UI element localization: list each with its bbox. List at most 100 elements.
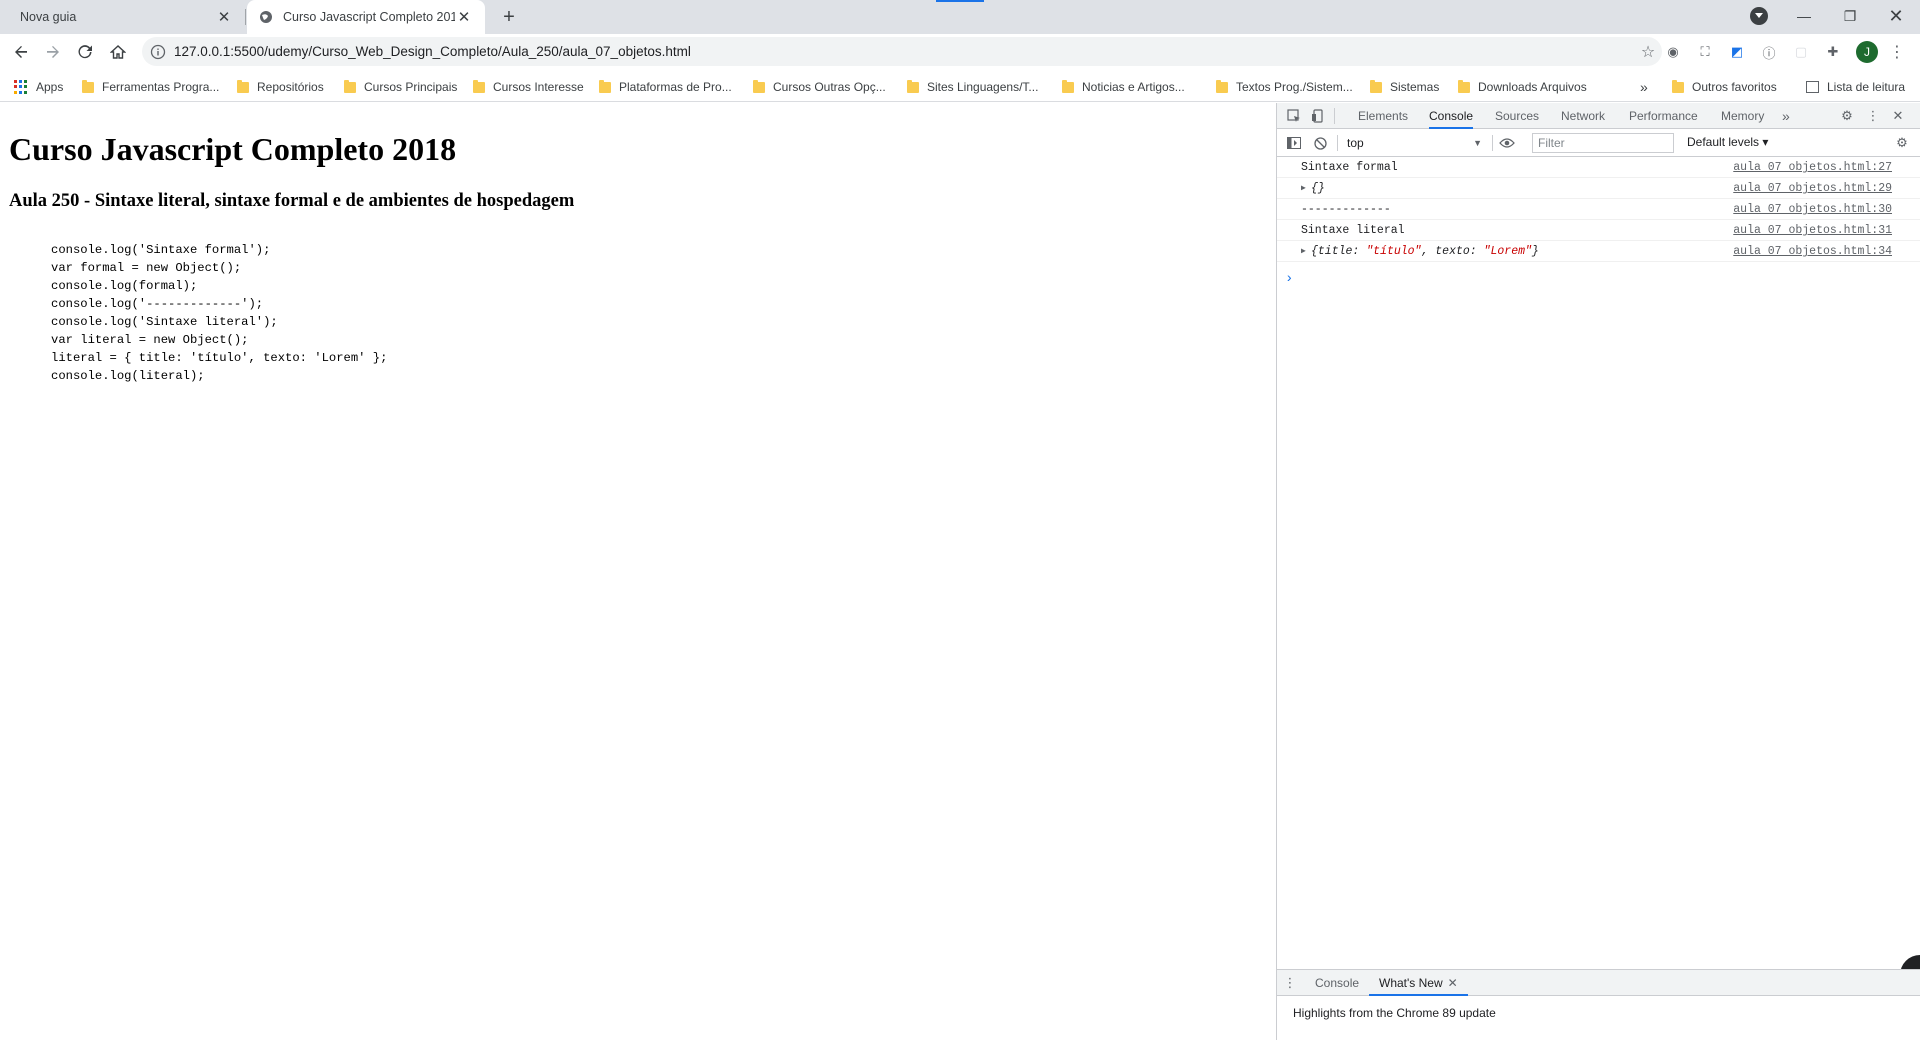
console-message[interactable]: ▶ {title: "título", texto: "Lorem"} aula… bbox=[1277, 241, 1920, 262]
console-message[interactable]: ▶ {} aula 07 objetos.html:29 bbox=[1277, 178, 1920, 199]
chevron-down-icon: ▼ bbox=[1473, 138, 1482, 148]
extension-icon[interactable]: ◉ bbox=[1664, 43, 1682, 61]
bookmarks-overflow-button[interactable]: » bbox=[1640, 78, 1648, 96]
tab-performance[interactable]: Performance bbox=[1629, 103, 1698, 129]
extension-blue-icon[interactable]: ◩ bbox=[1728, 43, 1746, 61]
close-icon[interactable]: ✕ bbox=[215, 8, 233, 26]
gear-icon[interactable]: ⚙ bbox=[1838, 107, 1856, 125]
minimize-icon[interactable]: — bbox=[1782, 0, 1826, 32]
console-prompt-icon[interactable]: › bbox=[1285, 271, 1293, 287]
whats-new-highlights: Highlights from the Chrome 89 update bbox=[1293, 1006, 1496, 1020]
bookmark-folder[interactable]: Cursos Principais bbox=[344, 78, 457, 96]
close-icon[interactable]: ✕ bbox=[1889, 107, 1907, 125]
source-link[interactable]: aula 07 objetos.html:31 bbox=[1733, 224, 1892, 237]
kebab-menu-icon[interactable]: ⋮ bbox=[1888, 43, 1906, 61]
loading-indicator bbox=[936, 0, 984, 2]
sidebar-toggle-icon[interactable] bbox=[1285, 134, 1303, 152]
expand-triangle-icon[interactable]: ▶ bbox=[1301, 246, 1311, 256]
kebab-menu-icon[interactable]: ⋮ bbox=[1864, 107, 1882, 125]
bookmark-folder[interactable]: Textos Prog./Sistem... bbox=[1216, 78, 1353, 96]
tab-elements[interactable]: Elements bbox=[1358, 103, 1408, 129]
forward-button[interactable] bbox=[39, 38, 67, 66]
page-heading: Curso Javascript Completo 2018 bbox=[9, 131, 457, 167]
bookmark-apps[interactable]: Apps bbox=[14, 78, 63, 96]
folder-icon bbox=[237, 79, 249, 93]
apps-grid-icon bbox=[14, 80, 28, 94]
info-icon[interactable] bbox=[150, 44, 166, 60]
reading-list-button[interactable]: Lista de leitura bbox=[1806, 78, 1905, 96]
close-icon[interactable]: ✕ bbox=[455, 8, 473, 26]
tab-nova-guia[interactable]: Nova guia ✕ bbox=[0, 0, 245, 34]
new-tab-button[interactable]: + bbox=[497, 5, 521, 29]
devtools-panel: Elements Console Sources Network Perform… bbox=[1276, 103, 1920, 1040]
bookmark-folder[interactable]: Noticias e Artigos... bbox=[1062, 78, 1185, 96]
extension-blank-icon[interactable]: ▢ bbox=[1792, 43, 1810, 61]
devtools-tabbar: Elements Console Sources Network Perform… bbox=[1277, 103, 1920, 129]
address-bar[interactable]: 127.0.0.1:5500/udemy/Curso_Web_Design_Co… bbox=[142, 37, 1662, 66]
log-levels-dropdown[interactable]: Default levels ▾ bbox=[1687, 135, 1768, 149]
tab-console[interactable]: Console bbox=[1429, 103, 1474, 129]
tab-search-icon[interactable] bbox=[1750, 7, 1768, 25]
tab-strip: Nova guia ✕ Curso Javascript Completo 20… bbox=[0, 0, 1920, 34]
code-block: console.log('Sintaxe formal'); var forma… bbox=[51, 243, 388, 384]
clear-console-icon[interactable] bbox=[1311, 134, 1329, 152]
device-toolbar-icon[interactable] bbox=[1309, 107, 1327, 125]
expand-triangle-icon[interactable]: ▶ bbox=[1301, 183, 1311, 193]
puzzle-icon[interactable]: ✚ bbox=[1824, 43, 1842, 61]
folder-icon bbox=[473, 79, 485, 93]
extension-circle-icon[interactable]: ⓘ bbox=[1760, 43, 1778, 61]
source-link[interactable]: aula 07 objetos.html:27 bbox=[1733, 161, 1892, 174]
bookmarks-bar: Apps Ferramentas Progra... Repositórios … bbox=[0, 70, 1920, 102]
tab-sources[interactable]: Sources bbox=[1495, 103, 1539, 129]
inspect-element-icon[interactable] bbox=[1285, 107, 1303, 125]
page-viewport: Curso Javascript Completo 2018 Aula 250 … bbox=[0, 103, 1276, 1040]
more-tabs-button[interactable]: » bbox=[1782, 103, 1790, 129]
folder-icon bbox=[1458, 79, 1470, 93]
back-button[interactable] bbox=[7, 38, 35, 66]
drawer-menu-icon[interactable]: ⋮ bbox=[1281, 974, 1299, 992]
bookmark-folder[interactable]: Cursos Interesse bbox=[473, 78, 584, 96]
bookmark-other-favorites[interactable]: Outros favoritos bbox=[1672, 78, 1777, 96]
arrow-right-icon bbox=[47, 46, 59, 58]
tab-curso-javascript[interactable]: Curso Javascript Completo 2018 ✕ bbox=[247, 0, 485, 34]
folder-icon bbox=[907, 79, 919, 93]
drawer-tabbar: ⋮ Console What's New ✕ bbox=[1277, 969, 1920, 996]
tab-memory[interactable]: Memory bbox=[1721, 103, 1764, 129]
folder-icon bbox=[599, 79, 611, 93]
console-toolbar: top ▼ Filter Default levels ▾ ⚙ bbox=[1277, 129, 1920, 157]
restore-icon[interactable]: ❐ bbox=[1828, 0, 1872, 32]
console-message: Sintaxe formal aula 07 objetos.html:27 bbox=[1277, 157, 1920, 178]
divider bbox=[1334, 108, 1335, 124]
drawer-tab-console[interactable]: Console bbox=[1315, 970, 1359, 996]
avatar[interactable]: J bbox=[1856, 41, 1878, 63]
bookmark-folder[interactable]: Repositórios bbox=[237, 78, 324, 96]
source-link[interactable]: aula 07 objetos.html:29 bbox=[1733, 182, 1892, 195]
home-button[interactable] bbox=[104, 38, 132, 66]
bookmark-star-icon[interactable]: ☆ bbox=[1634, 38, 1662, 66]
divider bbox=[1492, 135, 1493, 151]
folder-icon bbox=[1370, 79, 1382, 93]
close-icon[interactable]: ✕ bbox=[1448, 976, 1458, 990]
console-settings-gear-icon[interactable]: ⚙ bbox=[1893, 134, 1911, 152]
home-icon bbox=[110, 45, 126, 59]
reload-button[interactable] bbox=[71, 38, 99, 66]
console-output: Sintaxe formal aula 07 objetos.html:27 ▶… bbox=[1277, 157, 1920, 972]
tab-network[interactable]: Network bbox=[1561, 103, 1605, 129]
context-selector[interactable]: top ▼ bbox=[1347, 134, 1482, 152]
bookmark-folder[interactable]: Plataformas de Pro... bbox=[599, 78, 732, 96]
screenshot-icon[interactable]: ⛶ bbox=[1696, 43, 1714, 61]
bookmark-folder[interactable]: Sistemas bbox=[1370, 78, 1439, 96]
tab-title: Nova guia bbox=[20, 10, 77, 24]
bookmark-folder[interactable]: Cursos Outras Opç... bbox=[753, 78, 886, 96]
source-link[interactable]: aula 07 objetos.html:34 bbox=[1733, 245, 1892, 258]
filter-input[interactable]: Filter bbox=[1532, 133, 1674, 153]
source-link[interactable]: aula 07 objetos.html:30 bbox=[1733, 203, 1892, 216]
bookmark-folder[interactable]: Sites Linguagens/T... bbox=[907, 78, 1038, 96]
bookmark-folder[interactable]: Ferramentas Progra... bbox=[82, 78, 219, 96]
globe-icon bbox=[260, 11, 272, 23]
devtools-drawer: ⋮ Console What's New ✕ Highlights from th… bbox=[1277, 955, 1920, 1040]
bookmark-folder[interactable]: Downloads Arquivos bbox=[1458, 78, 1587, 96]
window-close-icon[interactable]: ✕ bbox=[1874, 0, 1918, 32]
drawer-tab-whats-new[interactable]: What's New ✕ bbox=[1369, 970, 1468, 996]
eye-icon[interactable] bbox=[1498, 134, 1516, 152]
